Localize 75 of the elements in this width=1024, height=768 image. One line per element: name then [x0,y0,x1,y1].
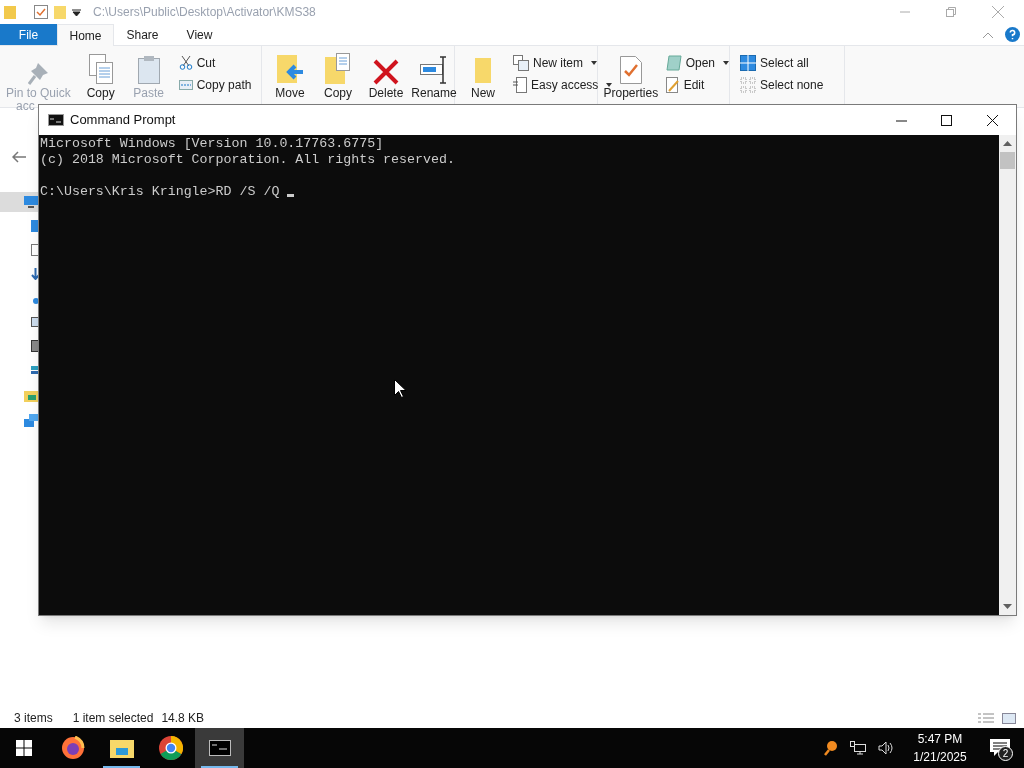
scroll-down-icon[interactable] [1003,604,1012,610]
folder-icon [473,55,493,85]
ribbon-tab[interactable]: Share [114,24,171,45]
copy-icon [87,53,114,85]
edit-icon [665,77,680,93]
help-icon[interactable] [1005,27,1020,42]
maximize-icon[interactable] [941,114,952,126]
caret-icon [591,61,597,65]
computer-icon [24,196,38,208]
window-title: Command Prompt [70,111,176,130]
new-item-icon [513,55,529,71]
caret-icon [723,61,729,65]
notification-count: 2 [998,746,1013,761]
caret-icon [606,83,613,87]
console-line: (c) 2018 Microsoft Corporation. All rights reserved. [40,152,455,167]
select-all-icon [740,55,756,71]
scroll-thumb[interactable] [1000,152,1015,169]
ribbon-button[interactable]: Edit [665,76,729,94]
easy-access-icon [513,77,527,93]
large-icons-view-icon[interactable] [1002,712,1016,724]
speaker-icon[interactable] [878,741,894,755]
mouse-pointer-icon [394,379,406,398]
close-icon[interactable] [987,114,998,126]
taskbar-clock[interactable]: 5:47 PM 1/21/2025 [904,728,976,768]
windows-logo-icon [16,740,32,756]
path-icon [178,80,193,90]
open-icon [665,55,682,71]
status-selection: 1 item selected [72,710,154,727]
ribbon-button[interactable]: Rename [412,52,456,100]
ribbon-button[interactable]: Cut [178,54,252,72]
ribbon-tab[interactable]: Home [57,24,114,46]
rename-icon [419,55,449,85]
window-title: C:\Users\Public\Desktop\Activator\KMS38 [93,4,316,21]
delete-icon [373,59,399,85]
collapse-ribbon-icon[interactable] [983,31,993,38]
scrollbar[interactable] [999,135,1016,615]
ribbon-button[interactable]: Copy [316,52,360,100]
clipboard-icon [136,55,161,85]
ribbon-button[interactable]: Move [268,52,312,100]
status-item-count: 3 items [14,710,53,727]
ribbon-button[interactable]: Select none [740,76,824,94]
ribbon-button-label: acc [16,100,35,112]
status-size: 14.8 KB [161,710,205,727]
console-icon [48,114,64,126]
magnifier-icon[interactable] [824,740,838,756]
download-icon[interactable] [31,268,40,280]
ribbon-button[interactable]: Copy path [178,76,252,94]
folder-move-icon [276,53,304,85]
firefox-icon [60,736,85,760]
file-explorer-icon [109,738,134,758]
file-tab[interactable]: File [0,24,57,45]
dropdown-icon[interactable] [72,8,81,16]
console-line: Microsoft Windows [Version 10.0.17763.6775] [40,136,384,151]
properties-icon [618,55,643,85]
console-icon [208,740,231,756]
folder-copy-icon [324,53,352,85]
back-arrow-icon[interactable] [12,151,26,163]
console-line: C:\Users\Kris Kringle>RD /S /Q [40,184,281,199]
select-none-icon [740,77,756,93]
ribbon-button[interactable]: Copy [78,52,123,100]
ribbon-button[interactable]: Delete [364,52,408,100]
pin-icon [28,63,49,85]
selected-nav-item[interactable] [0,192,38,212]
ribbon-button[interactable]: Open [665,54,729,72]
scroll-up-icon[interactable] [1003,140,1012,146]
libraries-icon[interactable] [24,388,38,402]
chrome-icon [158,736,183,760]
network-icon[interactable] [850,741,866,755]
properties-icon[interactable] [34,5,48,19]
ribbon-tab[interactable]: View [171,24,228,45]
action-center-button[interactable]: 2 [976,728,1024,768]
ribbon-button[interactable]: Select all [740,54,824,72]
ribbon-button[interactable]: New [461,52,505,100]
taskbar-app[interactable] [195,728,244,768]
scissors-icon [178,56,193,70]
